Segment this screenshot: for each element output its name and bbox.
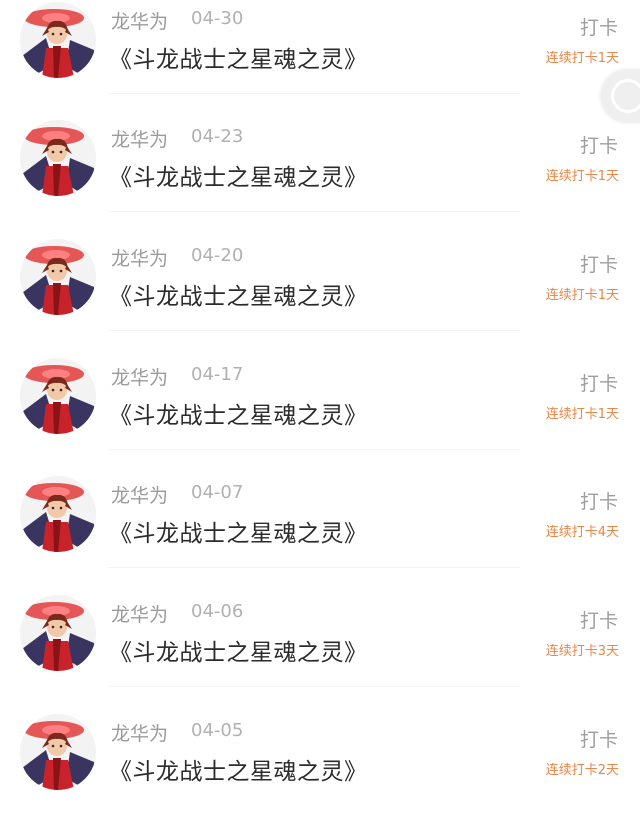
user-name[interactable]: 龙华为 [111, 481, 168, 508]
book-title[interactable]: 《斗龙战士之星魂之灵》 [109, 277, 368, 311]
anime-character-avatar-icon [20, 239, 96, 315]
post-date: 04-30 [191, 8, 244, 29]
feed-entry[interactable]: 龙华为 04-23 《斗龙战士之星魂之灵》 打卡 连续打卡1天 [0, 118, 640, 237]
checkin-label: 打卡 [579, 135, 618, 157]
post-date: 04-07 [191, 482, 244, 503]
streak-label: 连续打卡1天 [545, 407, 619, 422]
streak-label: 连续打卡1天 [545, 51, 619, 66]
row-divider [108, 449, 520, 450]
scroll-ring-icon [611, 79, 640, 113]
user-avatar[interactable] [20, 476, 96, 552]
feed-entry[interactable]: 龙华为 04-17 《斗龙战士之星魂之灵》 打卡 连续打卡1天 [0, 356, 640, 475]
feed-entry[interactable]: 龙华为 04-06 《斗龙战士之星魂之灵》 打卡 连续打卡3天 [0, 593, 640, 712]
feed-entry[interactable]: 龙华为 04-30 《斗龙战士之星魂之灵》 打卡 连续打卡1天 [0, 0, 640, 119]
streak-label: 连续打卡3天 [545, 644, 619, 659]
checkin-label: 打卡 [579, 17, 618, 39]
user-avatar[interactable] [20, 239, 96, 315]
user-avatar[interactable] [20, 358, 96, 434]
user-avatar[interactable] [20, 2, 96, 78]
streak-label: 连续打卡1天 [545, 288, 619, 303]
anime-character-avatar-icon [20, 358, 96, 434]
post-date: 04-20 [191, 245, 244, 266]
checkin-label: 打卡 [579, 373, 618, 395]
row-divider [108, 330, 520, 331]
feed-entry[interactable]: 龙华为 04-05 《斗龙战士之星魂之灵》 打卡 连续打卡2天 [0, 712, 640, 831]
user-avatar[interactable] [20, 714, 96, 790]
user-avatar[interactable] [20, 595, 96, 671]
checkin-label: 打卡 [579, 254, 618, 276]
post-date: 04-05 [191, 720, 244, 741]
anime-character-avatar-icon [20, 2, 96, 78]
book-title[interactable]: 《斗龙战士之星魂之灵》 [109, 752, 368, 786]
checkin-label: 打卡 [579, 610, 618, 632]
anime-character-avatar-icon [20, 476, 96, 552]
checkin-label: 打卡 [579, 491, 618, 513]
book-title[interactable]: 《斗龙战士之星魂之灵》 [109, 633, 368, 667]
streak-label: 连续打卡4天 [545, 525, 619, 540]
row-divider [108, 93, 520, 94]
book-title[interactable]: 《斗龙战士之星魂之灵》 [109, 396, 368, 430]
anime-character-avatar-icon [20, 595, 96, 671]
user-name[interactable]: 龙华为 [111, 7, 168, 34]
checkin-label: 打卡 [579, 729, 618, 751]
feed-entry[interactable]: 龙华为 04-20 《斗龙战士之星魂之灵》 打卡 连续打卡1天 [0, 237, 640, 356]
checkin-feed: 龙华为 04-30 《斗龙战士之星魂之灵》 打卡 连续打卡1天 龙华为 04-2… [0, 0, 640, 797]
user-name[interactable]: 龙华为 [111, 363, 168, 390]
anime-character-avatar-icon [20, 714, 96, 790]
book-title[interactable]: 《斗龙战士之星魂之灵》 [109, 514, 368, 548]
user-name[interactable]: 龙华为 [111, 719, 168, 746]
post-date: 04-23 [191, 126, 244, 147]
book-title[interactable]: 《斗龙战士之星魂之灵》 [109, 158, 368, 192]
row-divider [108, 211, 520, 212]
user-name[interactable]: 龙华为 [111, 244, 168, 271]
anime-character-avatar-icon [20, 120, 96, 196]
user-name[interactable]: 龙华为 [111, 600, 168, 627]
book-title[interactable]: 《斗龙战士之星魂之灵》 [109, 40, 368, 74]
streak-label: 连续打卡2天 [545, 763, 619, 778]
feed-entry[interactable]: 龙华为 04-07 《斗龙战士之星魂之灵》 打卡 连续打卡4天 [0, 474, 640, 593]
user-name[interactable]: 龙华为 [111, 125, 168, 152]
post-date: 04-17 [191, 364, 244, 385]
row-divider [108, 567, 520, 568]
post-date: 04-06 [191, 601, 244, 622]
streak-label: 连续打卡1天 [545, 169, 619, 184]
row-divider [108, 686, 520, 687]
user-avatar[interactable] [20, 120, 96, 196]
